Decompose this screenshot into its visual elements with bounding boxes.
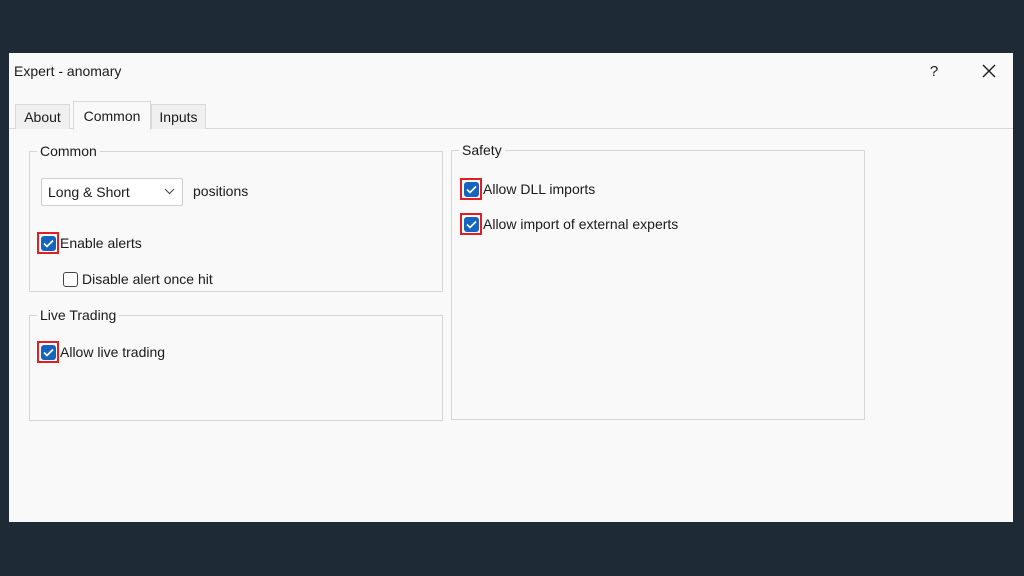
help-icon: ? bbox=[929, 62, 939, 80]
highlight-box bbox=[37, 232, 59, 254]
allow-live-trading-checkbox[interactable] bbox=[40, 344, 56, 360]
allow-external-experts-row[interactable]: Allow import of external experts bbox=[460, 212, 678, 236]
title-bar: Expert - anomary ? bbox=[9, 53, 1013, 89]
live-trading-group-label: Live Trading bbox=[37, 307, 120, 323]
tab-inputs[interactable]: Inputs bbox=[151, 104, 206, 129]
checkmark-icon bbox=[42, 239, 54, 248]
live-trading-group: Live Trading Allow live trading bbox=[29, 307, 443, 421]
highlight-box bbox=[460, 213, 482, 235]
disable-alert-checkbox[interactable] bbox=[62, 271, 78, 287]
checkmark-icon bbox=[465, 185, 477, 194]
disable-alert-label: Disable alert once hit bbox=[82, 271, 213, 287]
enable-alerts-checkbox[interactable] bbox=[40, 235, 56, 251]
common-group: Common Long & Short positions Enable ale… bbox=[29, 143, 443, 292]
checkmark-icon bbox=[42, 348, 54, 357]
positions-label: positions bbox=[193, 183, 249, 199]
safety-group-label: Safety bbox=[459, 142, 505, 158]
chevron-down-icon bbox=[164, 188, 175, 195]
allow-dll-imports-label: Allow DLL imports bbox=[483, 181, 596, 197]
common-group-label: Common bbox=[37, 143, 100, 159]
help-button[interactable]: ? bbox=[914, 57, 954, 85]
close-icon bbox=[982, 64, 996, 78]
safety-group: Safety Allow DLL imports Allow import of… bbox=[451, 142, 865, 420]
highlight-box bbox=[37, 341, 59, 363]
allow-external-experts-checkbox[interactable] bbox=[463, 216, 479, 232]
positions-select-value: Long & Short bbox=[48, 184, 130, 200]
allow-dll-imports-checkbox[interactable] bbox=[463, 181, 479, 197]
allow-external-experts-label: Allow import of external experts bbox=[483, 216, 679, 232]
highlight-box bbox=[460, 178, 482, 200]
tab-common[interactable]: Common bbox=[73, 101, 151, 130]
expert-dialog: Expert - anomary ? About Common Inputs C… bbox=[9, 53, 1013, 522]
allow-live-trading-row[interactable]: Allow live trading bbox=[37, 340, 165, 364]
checkmark-icon bbox=[465, 220, 477, 229]
enable-alerts-label: Enable alerts bbox=[60, 235, 142, 251]
enable-alerts-row[interactable]: Enable alerts bbox=[37, 231, 142, 255]
close-button[interactable] bbox=[969, 57, 1009, 85]
tab-strip: About Common Inputs bbox=[9, 101, 1013, 130]
positions-select[interactable]: Long & Short bbox=[41, 178, 183, 206]
disable-alert-row[interactable]: Disable alert once hit bbox=[59, 267, 213, 291]
allow-live-trading-label: Allow live trading bbox=[60, 344, 166, 360]
allow-dll-imports-row[interactable]: Allow DLL imports bbox=[460, 177, 595, 201]
tab-about[interactable]: About bbox=[15, 104, 70, 129]
window-title: Expert - anomary bbox=[14, 63, 122, 79]
